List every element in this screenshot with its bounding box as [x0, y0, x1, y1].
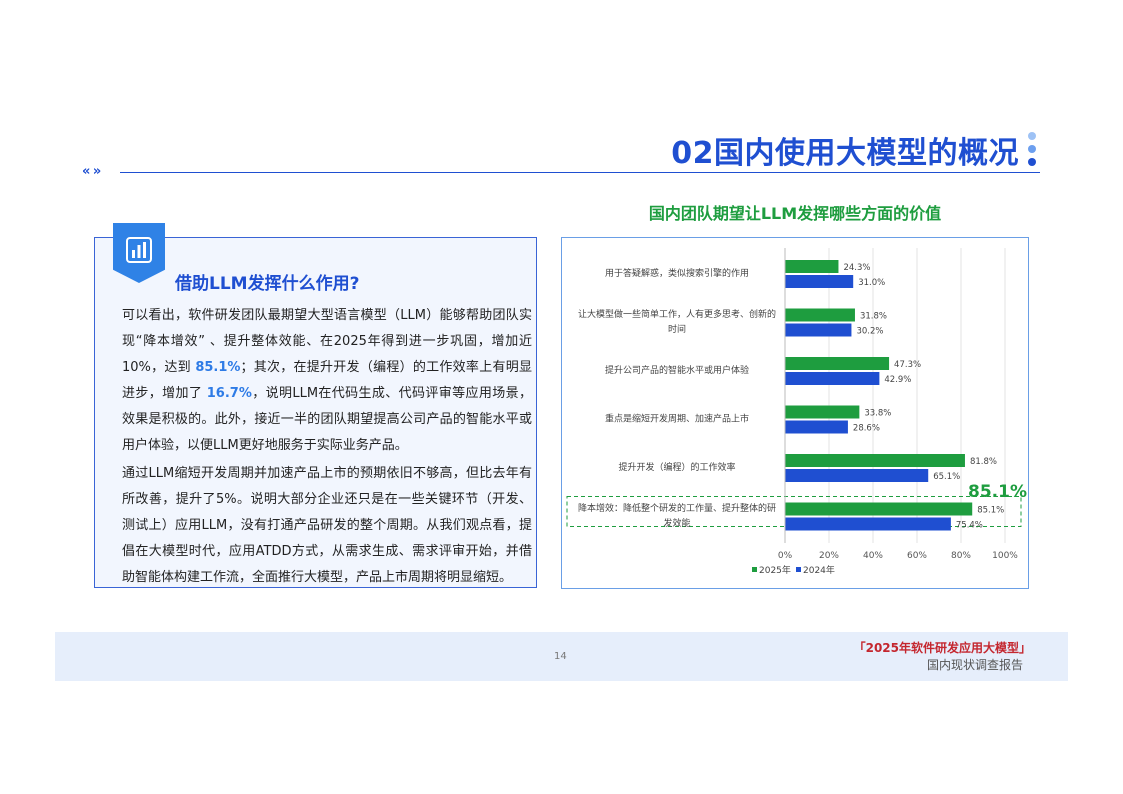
bar-chart: 0% 20% 40% 60% 80% 100% 用于答疑解惑，类似搜索引擎的作用 24.3% 3…: [566, 248, 1022, 576]
report-title: 「2025年软件研发应用大模型」: [853, 641, 1031, 655]
bar-2024年: [785, 323, 852, 337]
category-label: 时间: [668, 323, 686, 335]
legend-swatch: [752, 567, 757, 572]
category-label: 让大模型做一些简单工作，人有更多思考、创新的: [578, 308, 776, 320]
bar-2025年: [785, 502, 973, 516]
x-tick-label: 80%: [951, 551, 971, 561]
x-tick-label: 100%: [992, 551, 1018, 561]
bar-2025年: [785, 357, 890, 370]
data-label: 24.3%: [843, 263, 870, 273]
header-divider: [120, 172, 1040, 173]
bar-2025年: [785, 454, 965, 467]
data-label: 81.8%: [970, 457, 997, 467]
x-tick-label: 20%: [819, 551, 839, 561]
category-label: 发效能: [663, 517, 690, 529]
category-label: 降本增效：降低整个研发的工作量、提升整体的研: [578, 502, 776, 514]
x-tick-label: 0%: [778, 551, 793, 561]
bar-2025年: [785, 405, 860, 419]
data-label: 28.6%: [853, 424, 880, 434]
data-label: 31.0%: [858, 278, 885, 288]
data-label: 75.4%: [956, 521, 983, 531]
data-label: 42.9%: [884, 375, 911, 385]
bar-2024年: [785, 275, 854, 288]
page-title: 02国内使用大模型的概况: [671, 136, 1019, 171]
card-paragraph-2: 通过LLM缩短开发周期并加速产品上市的预期依旧不够高，但比去年有所改善，提升了5…: [122, 466, 532, 585]
title-dots-decoration: [1026, 132, 1038, 170]
report-subtitle: 国内现状调查报告: [926, 658, 1023, 672]
bar-2025年: [785, 260, 839, 273]
category-label: 用于答疑解惑，类似搜索引擎的作用: [605, 267, 749, 279]
data-label: 85.1%: [977, 506, 1004, 516]
bar-2024年: [785, 372, 880, 385]
highlight-value: 16.7%: [206, 386, 252, 401]
card-paragraph-1: 可以看出，软件研发团队最期望大型语言模型（LLM）能够帮助团队实现“降本增效” …: [122, 308, 533, 453]
page-number: 14: [554, 651, 567, 662]
data-label: 33.8%: [864, 409, 891, 419]
category-label: 重点是缩短开发周期、加速产品上市: [605, 413, 749, 425]
bar-2024年: [785, 469, 929, 482]
data-label: 65.1%: [933, 472, 960, 482]
x-tick-label: 40%: [863, 551, 883, 561]
data-label: 30.2%: [856, 327, 883, 337]
data-label: 47.3%: [894, 360, 921, 370]
chart-title: 国内团队期望让LLM发挥哪些方面的价值: [648, 204, 942, 223]
chevrons-icon: « »: [82, 164, 101, 179]
bar-2025年: [785, 308, 855, 322]
data-label: 31.8%: [860, 312, 887, 322]
legend-label: 2025年: [759, 564, 791, 576]
x-tick-label: 60%: [907, 551, 927, 561]
legend-label: 2024年: [803, 564, 835, 576]
bar-2024年: [785, 420, 848, 434]
legend-swatch: [796, 567, 801, 572]
category-label: 提升开发（编程）的工作效率: [618, 461, 735, 473]
category-label: 提升公司产品的智能水平或用户体验: [605, 364, 749, 376]
card-heading: 借助LLM发挥什么作用?: [175, 274, 360, 294]
highlight-value: 85.1%: [195, 360, 241, 375]
bar-2024年: [785, 517, 951, 531]
card-body: 可以看出，软件研发团队最期望大型语言模型（LLM）能够帮助团队实现“降本增效” …: [122, 303, 532, 593]
highlight-callout: 85.1%: [968, 482, 1027, 502]
